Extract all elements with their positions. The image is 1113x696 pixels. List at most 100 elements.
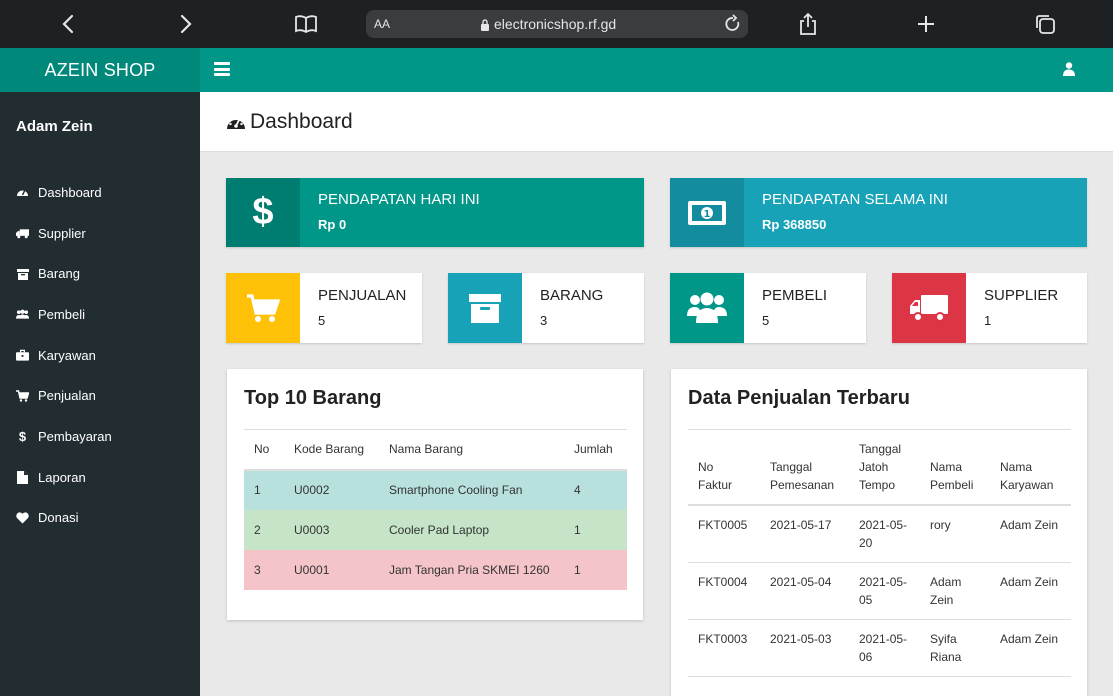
table-cell: FKT0004 [688, 562, 760, 620]
card-label: BARANG [540, 287, 604, 304]
dollar-icon: $ [18, 428, 27, 444]
table-cell: Adam Zein [990, 619, 1071, 677]
table-cell: Smartphone Cooling Fan [389, 483, 523, 497]
table-cell: 2021-05-04 [760, 562, 849, 620]
card-buyers: PEMBELI 5 [670, 273, 866, 343]
table-cell: U0003 [294, 522, 330, 537]
card-value: 3 [540, 313, 548, 328]
table-cell: U0002 [294, 483, 330, 497]
share-icon[interactable] [796, 12, 820, 36]
sidebar-item-pembayaran[interactable]: $ Pembayaran [0, 416, 200, 457]
table-cell: Adam Zein [920, 562, 990, 620]
sidebar-item-laporan[interactable]: Laporan [0, 457, 200, 498]
table-cell: 2021-05-03 [760, 619, 849, 677]
sidebar-item-label: Pembayaran [38, 428, 112, 444]
panel-title: Data Penjualan Terbaru [688, 387, 910, 409]
table-cell: Adam Zein [990, 505, 1071, 563]
table-cell: Cooler Pad Laptop [389, 522, 490, 537]
column-header: Jumlah [564, 429, 627, 471]
table-row: FKT0003 2021-05-03 2021-05-06 Syifa Rian… [688, 619, 1071, 677]
card-label: SUPPLIER [984, 287, 1059, 304]
recent-sales-table: No Faktur Tanggal Pemesanan Tanggal Jato… [688, 429, 1071, 677]
table-cell: 1 [574, 522, 581, 537]
cart-icon [16, 389, 29, 402]
address-bar[interactable]: AA electronicshop.rf.gd [366, 10, 748, 38]
archive-icon [16, 267, 29, 280]
tabs-icon[interactable] [1033, 12, 1057, 36]
card-value: Rp 368850 [762, 217, 827, 232]
table-cell: 3 [254, 562, 261, 577]
table-cell: Jam Tangan Pria SKMEI 1260 [389, 562, 550, 577]
column-header: No [244, 429, 284, 471]
card-label: PENDAPATAN HARI INI [318, 191, 480, 208]
table-cell: 2021-05-20 [849, 505, 920, 563]
page-title: Dashboard [250, 110, 353, 133]
reload-icon[interactable] [724, 14, 742, 37]
table-cell: rory [920, 505, 990, 563]
sidebar-item-karyawan[interactable]: Karyawan [0, 335, 200, 376]
card-suppliers: SUPPLIER 1 [892, 273, 1087, 343]
brand-logo[interactable]: AZEIN SHOP [0, 48, 200, 92]
dollar-icon: $ [226, 178, 300, 247]
table-cell: Syifa Riana [920, 619, 990, 677]
users-icon [16, 308, 29, 321]
lock-icon [480, 18, 490, 34]
column-header: Tanggal Pemesanan [760, 429, 849, 506]
sidebar-item-barang[interactable]: Barang [0, 253, 200, 294]
sidebar-item-dashboard[interactable]: Dashboard [0, 172, 200, 213]
table-row: FKT0005 2021-05-17 2021-05-20 rory Adam … [688, 505, 1071, 563]
dashboard-icon [16, 186, 29, 199]
sidebar-item-label: Donasi [38, 510, 79, 526]
sidebar-item-label: Laporan [38, 469, 86, 485]
top-items-table: No Kode Barang Nama Barang Jumlah 1 U000… [244, 429, 627, 590]
table-cell: U0001 [294, 562, 330, 577]
top-items-panel: Top 10 Barang No Kode Barang Nama Barang… [227, 369, 643, 620]
column-header: No Faktur [688, 429, 760, 506]
forward-icon[interactable] [174, 12, 198, 36]
file-icon [16, 470, 29, 484]
card-label: PENDAPATAN SELAMA INI [762, 191, 948, 208]
card-value: 5 [318, 313, 326, 328]
truck-icon [16, 227, 29, 240]
table-row: 1 U0002 Smartphone Cooling Fan 4 [244, 469, 627, 510]
sidebar-item-label: Pembeli [38, 306, 85, 322]
new-tab-icon[interactable] [914, 12, 938, 36]
sidebar-item-label: Dashboard [38, 184, 102, 200]
card-value: 1 [984, 313, 992, 328]
sidebar-item-label: Karyawan [38, 347, 96, 363]
menu-toggle-icon[interactable] [214, 62, 230, 76]
user-icon[interactable] [1063, 62, 1075, 81]
url-text: electronicshop.rf.gd [494, 16, 617, 32]
sidebar-item-supplier[interactable]: Supplier [0, 213, 200, 254]
table-cell: 2021-05-05 [849, 562, 920, 620]
sidebar-item-penjualan[interactable]: Penjualan [0, 375, 200, 416]
table-header-row: No Faktur Tanggal Pemesanan Tanggal Jato… [688, 429, 1071, 506]
table-header-row: No Kode Barang Nama Barang Jumlah [244, 429, 627, 471]
dashboard-icon [226, 113, 246, 135]
sidebar-item-donasi[interactable]: Donasi [0, 498, 200, 539]
table-cell: 2021-05-06 [849, 619, 920, 677]
column-header: Nama Barang [379, 429, 564, 471]
users-icon [670, 273, 744, 343]
sidebar-menu: Dashboard Supplier Barang Pembeli Karyaw… [0, 172, 200, 538]
text-size-button[interactable]: AA [374, 17, 390, 31]
column-header: Kode Barang [284, 429, 379, 471]
card-total-revenue: 1 PENDAPATAN SELAMA INI Rp 368850 [670, 178, 1087, 247]
table-cell: 1 [254, 483, 261, 497]
card-today-revenue: $ PENDAPATAN HARI INI Rp 0 [226, 178, 644, 247]
table-cell: 4 [574, 483, 581, 497]
table-cell: 2 [254, 522, 261, 537]
truck-icon [892, 273, 966, 343]
bookmarks-icon[interactable] [294, 12, 318, 36]
table-row: 2 U0003 Cooler Pad Laptop 1 [244, 509, 627, 550]
table-cell: 1 [574, 562, 581, 577]
table-cell: 2021-05-17 [760, 505, 849, 563]
content-header: Dashboard [200, 92, 1113, 152]
briefcase-icon [16, 349, 29, 362]
card-label: PENJUALAN [318, 287, 407, 304]
back-icon[interactable] [56, 12, 80, 36]
panel-title: Top 10 Barang [244, 387, 382, 409]
archive-icon [448, 273, 522, 343]
sidebar-item-pembeli[interactable]: Pembeli [0, 294, 200, 335]
column-header: Nama Karyawan [990, 429, 1071, 506]
